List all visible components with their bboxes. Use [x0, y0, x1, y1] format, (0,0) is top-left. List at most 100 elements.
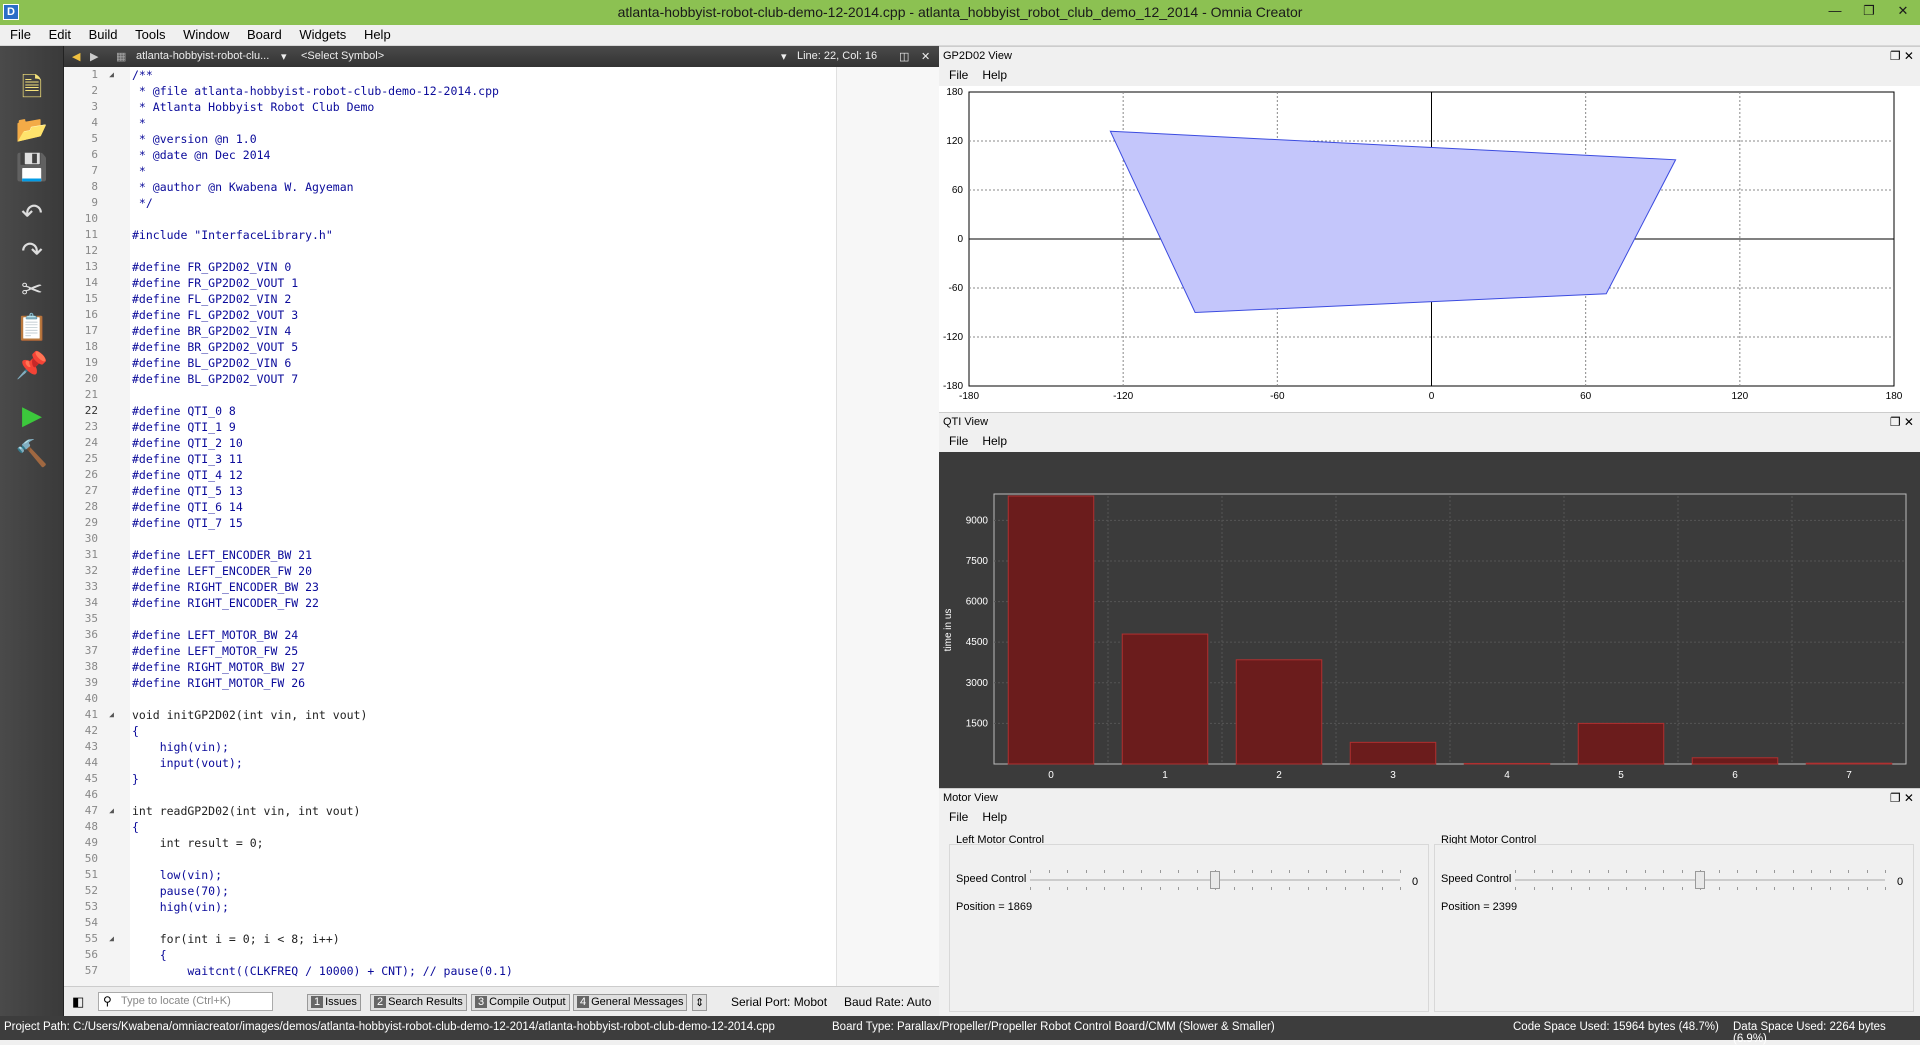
minimize-button[interactable]: — [1818, 0, 1852, 25]
left-speed-value: 0 [1412, 876, 1419, 888]
menu-file[interactable]: File [10, 25, 31, 42]
split-icon[interactable]: ◫ [899, 50, 909, 63]
fold-arrow-icon[interactable]: ◢ [109, 707, 114, 723]
line-number: 41 ◢ [84, 707, 114, 723]
menu-help[interactable]: Help [364, 25, 391, 42]
slider-tick [1866, 870, 1868, 873]
tab-compile-output[interactable]: 3 Compile Output [471, 994, 570, 1011]
status-bar: Project Path: C:/Users/Kwabena/omniacrea… [0, 1016, 1920, 1045]
toggle-sidebar-icon[interactable]: ◧ [72, 994, 84, 1010]
slider-tick [1626, 887, 1627, 890]
maximize-button[interactable]: ❐ [1852, 0, 1886, 25]
tab-search-results[interactable]: 2 Search Results [370, 994, 467, 1011]
left-position: Position = 1869 [956, 901, 1033, 913]
gp-menu-help[interactable]: Help [982, 68, 1007, 82]
forward-arrow-icon[interactable]: ▶ [90, 50, 98, 63]
dock-controls-icon[interactable]: ❐ ✕ [1890, 49, 1914, 63]
line-number: 20 [84, 372, 98, 385]
x-tick-label: 0 [1429, 391, 1435, 402]
line-number: 12 [84, 244, 98, 257]
menu-board[interactable]: Board [247, 25, 282, 42]
fold-arrow-icon[interactable]: ◢ [109, 803, 114, 819]
menu-bar: File Edit Build Tools Window Board Widge… [0, 25, 1920, 46]
gp2d02-plot[interactable]: -180 -120 -60 0 60 120 180 180 120 60 0 -60 -120 -180 [939, 86, 1920, 412]
menu-widgets[interactable]: Widgets [299, 25, 346, 42]
tab-general-messages[interactable]: 4 General Messages [573, 994, 688, 1011]
qti-menu-help[interactable]: Help [982, 434, 1007, 448]
line-number: 16 [84, 308, 98, 321]
symbol-selector[interactable]: <Select Symbol> [301, 50, 384, 62]
fold-arrow-icon[interactable]: ◢ [109, 931, 114, 947]
redo-icon[interactable]: ↷ [12, 234, 52, 268]
line-number: 23 [84, 420, 98, 433]
code-text[interactable]: /** * @file atlanta-hobbyist-robot-club-… [130, 67, 835, 986]
copy-icon[interactable]: 📋 [12, 310, 52, 344]
slider-tick [1737, 870, 1738, 873]
chevron-down-icon[interactable]: ▾ [781, 50, 787, 63]
slider-tick [1533, 887, 1535, 890]
close-button[interactable]: ✕ [1886, 0, 1920, 25]
more-tabs-icon[interactable]: ⇕ [692, 994, 708, 1011]
tab-issues[interactable]: 1 Issues [307, 994, 361, 1011]
right-speed-slider[interactable] [1515, 870, 1886, 890]
undo-icon[interactable]: ↶ [12, 196, 52, 230]
new-file-icon[interactable]: 🗎 [12, 72, 52, 108]
menu-tools[interactable]: Tools [135, 25, 165, 42]
line-number: 6 [91, 148, 98, 161]
close-editor-icon[interactable]: ✕ [921, 50, 930, 63]
slider-tick [1626, 870, 1627, 873]
code-space-used: Code Space Used: 15964 bytes (48.7%) [1513, 1021, 1719, 1033]
motor-view: Motor View ❐ ✕ File Help Left Motor Contro… [939, 788, 1920, 1016]
save-icon[interactable]: 💾 [12, 150, 52, 184]
motor-menu-help[interactable]: Help [982, 810, 1007, 824]
gp-menu-file[interactable]: File [949, 68, 968, 82]
code-line: #define QTI_2 10 [132, 436, 243, 450]
line-number: 19 [84, 356, 98, 369]
baud-rate[interactable]: Baud Rate: Auto [844, 995, 931, 1009]
code-line: #define LEFT_ENCODER_FW 20 [132, 564, 313, 578]
motor-menu-file[interactable]: File [949, 810, 968, 824]
qti-bar [1007, 495, 1095, 765]
qti-menu-file[interactable]: File [949, 434, 968, 448]
fold-arrow-icon[interactable]: ◢ [109, 67, 114, 83]
x-tick-label: -180 [959, 391, 979, 402]
serial-port[interactable]: Serial Port: Mobot [731, 995, 827, 1009]
slider-tick [1400, 870, 1401, 873]
y-tick-label: 120 [946, 136, 963, 147]
menu-edit[interactable]: Edit [49, 25, 71, 42]
build-hammer-icon[interactable]: 🔨 [12, 436, 52, 470]
dock-controls-icon[interactable]: ❐ ✕ [1890, 415, 1914, 429]
slider-tick [1811, 887, 1812, 890]
open-folder-icon[interactable]: 📂 [12, 112, 52, 146]
cut-icon[interactable]: ✂ [12, 272, 52, 306]
line-number: 27 [84, 484, 98, 497]
left-slider-handle[interactable] [1210, 871, 1220, 889]
dock-controls-icon[interactable]: ❐ ✕ [1890, 791, 1914, 805]
title-bar: D atlanta-hobbyist-robot-club-demo-12-20… [0, 0, 1920, 25]
code-editor[interactable]: ◀ ▶ ▦ atlanta-hobbyist-robot-clu... ▾ <S… [64, 46, 1003, 986]
code-line: } [132, 772, 139, 786]
right-slider-handle[interactable] [1695, 871, 1705, 889]
slider-tick [1570, 870, 1572, 873]
qti-plot[interactable]: 9000 7500 6000 4500 3000 1500 0 1 2 3 4 5 6 7 time in … [939, 452, 1920, 788]
code-line: #define FL_GP2D02_VIN 2 [132, 292, 292, 306]
chevron-down-icon[interactable]: ▾ [281, 50, 287, 63]
locate-input[interactable]: ⚲ Type to locate (Ctrl+K) [98, 992, 273, 1011]
line-number: 5 [91, 132, 98, 145]
left-motor-control: Speed Control 0 Position = 1869 [949, 844, 1429, 1012]
slider-tick [1607, 870, 1609, 873]
line-number: 47 ◢ [84, 803, 114, 819]
slider-tick [1885, 870, 1886, 873]
line-number: 52 [84, 884, 98, 897]
slider-tick [1067, 887, 1068, 890]
left-speed-slider[interactable] [1030, 870, 1401, 890]
y-tick-label: 3000 [966, 678, 989, 689]
line-number: 55 ◢ [84, 931, 114, 947]
paste-icon[interactable]: 📌 [12, 348, 52, 382]
file-tab-selector[interactable]: atlanta-hobbyist-robot-clu... [136, 50, 269, 62]
run-icon[interactable]: ▶ [12, 398, 52, 432]
back-arrow-icon[interactable]: ◀ [72, 50, 80, 63]
menu-build[interactable]: Build [89, 25, 118, 42]
menu-window[interactable]: Window [183, 25, 229, 42]
